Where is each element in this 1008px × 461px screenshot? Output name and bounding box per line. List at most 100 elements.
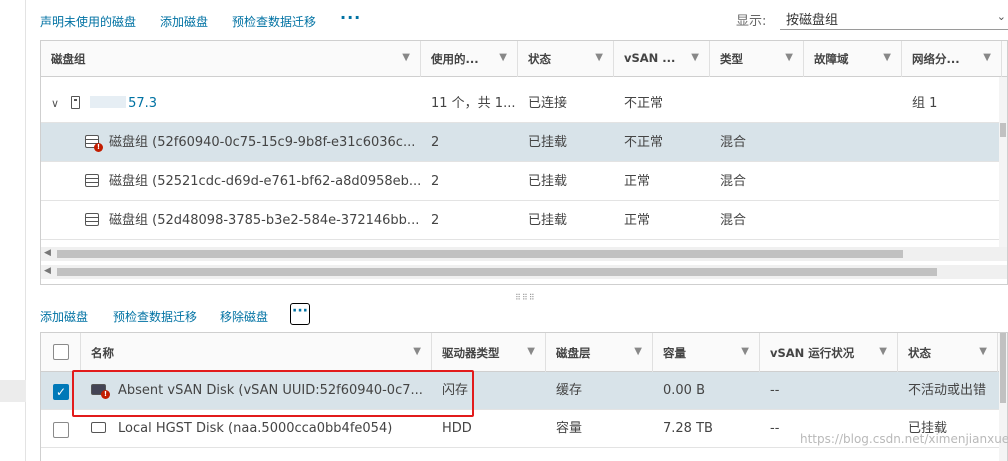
disks-toolbar: 添加磁盘 预检查数据迁移 移除磁盘 ··· bbox=[40, 300, 1008, 330]
filter-icon[interactable]: ▼ bbox=[785, 52, 793, 63]
filter-icon[interactable]: ▼ bbox=[691, 52, 699, 63]
col-header-network-partition[interactable]: 网络分... ▼ bbox=[902, 41, 1002, 77]
filter-icon[interactable]: ▼ bbox=[883, 52, 891, 63]
scrollbar-thumb[interactable] bbox=[1000, 333, 1006, 403]
highlight-annotation-box bbox=[72, 370, 474, 417]
disk-group-row[interactable]: ! 磁盘组 (52f60940-0c75-15c9-9b8f-e31c6036c.… bbox=[41, 123, 1007, 162]
col-header-disks-used[interactable]: 使用的... ▼ bbox=[421, 41, 518, 77]
disk-group-row[interactable]: 磁盘组 (52521cdc-d69d-e761-bf62-a8d0958eb..… bbox=[41, 162, 1007, 201]
add-disks-button[interactable]: 添加磁盘 bbox=[160, 13, 208, 30]
filter-icon[interactable]: ▼ bbox=[634, 346, 642, 357]
filter-icon[interactable]: ▼ bbox=[979, 346, 987, 357]
disk-group-vsan-health: 不正常 bbox=[624, 135, 664, 150]
disk-group-icon bbox=[85, 174, 99, 187]
vertical-scrollbar[interactable] bbox=[999, 77, 1007, 247]
filter-icon[interactable]: ▼ bbox=[741, 346, 749, 357]
col-header-state[interactable]: 状态 ▼ bbox=[898, 333, 998, 372]
disk-group-type: 混合 bbox=[720, 174, 747, 189]
col-header-state[interactable]: 状态 ▼ bbox=[518, 41, 614, 77]
more-actions-button[interactable]: ··· bbox=[290, 303, 310, 325]
filter-icon[interactable]: ▼ bbox=[879, 346, 887, 357]
disk-capacity: 0.00 B bbox=[663, 383, 705, 398]
col-header-fault-domain[interactable]: 故障域 ▼ bbox=[804, 41, 902, 77]
disk-group-state: 已挂载 bbox=[528, 135, 568, 150]
disk-group-name: 磁盘组 (52f60940-0c75-15c9-9b8f-e31c6036c..… bbox=[109, 135, 416, 150]
left-navigation-pane bbox=[0, 0, 26, 461]
display-select[interactable]: 按磁盘组 ⌄ bbox=[780, 6, 1008, 30]
host-fault-domain bbox=[804, 84, 902, 123]
disk-group-error-icon: ! bbox=[85, 135, 103, 152]
scrollbar-thumb[interactable] bbox=[57, 268, 937, 276]
col-header-name[interactable]: 名称 ▼ bbox=[81, 333, 432, 372]
more-actions-button[interactable]: ··· bbox=[340, 8, 361, 27]
disk-group-name: 磁盘组 (52521cdc-d69d-e761-bf62-a8d0958eb..… bbox=[109, 174, 421, 189]
col-header-disk-tier[interactable]: 磁盘层 ▼ bbox=[546, 333, 653, 372]
disk-group-vsan-health: 正常 bbox=[624, 213, 651, 228]
col-header-drive-type[interactable]: 驱动器类型 ▼ bbox=[432, 333, 546, 372]
col-header-vsan-health[interactable]: vSAN 运行状况 ▼ bbox=[760, 333, 898, 372]
host-disks-used: 11 个，共 1... bbox=[431, 96, 516, 111]
display-select-value: 按磁盘组 bbox=[786, 13, 839, 28]
nav-selected-item[interactable] bbox=[0, 380, 26, 402]
scroll-left-icon[interactable]: ◀ bbox=[44, 266, 51, 276]
scroll-left-icon[interactable]: ◀ bbox=[44, 248, 51, 258]
row-checkbox[interactable] bbox=[53, 422, 69, 438]
redacted-host-name bbox=[90, 96, 127, 108]
disk-name: Local HGST Disk (naa.5000cca0bb4fe054) bbox=[118, 421, 393, 436]
disk-vsan-health: -- bbox=[770, 383, 780, 398]
disk-group-type: 混合 bbox=[720, 135, 747, 150]
host-icon bbox=[71, 96, 81, 109]
disk-group-disks-used: 2 bbox=[431, 135, 440, 150]
disk-groups-grid: 磁盘组 ▼ 使用的... ▼ 状态 ▼ vSAN ... ▼ 类型 ▼ 故障域 ▼ 网络分.… bbox=[40, 40, 1008, 285]
claim-unused-disks-button[interactable]: 声明未使用的磁盘 bbox=[40, 13, 136, 30]
disk-group-row[interactable]: 磁盘组 (52d48098-3785-b3e2-584e-372146bb...… bbox=[41, 201, 1007, 240]
disk-tier: 缓存 bbox=[556, 383, 583, 398]
host-row[interactable]: ∨ 57.3 11 个，共 1... 已连接 不正常 组 1 bbox=[41, 84, 1007, 123]
host-network-partition: 组 1 bbox=[912, 96, 938, 111]
host-state: 已连接 bbox=[528, 96, 568, 111]
precheck-data-migration-button[interactable]: 预检查数据迁移 bbox=[113, 308, 197, 325]
disk-group-name: 磁盘组 (52d48098-3785-b3e2-584e-372146bb... bbox=[109, 213, 420, 228]
precheck-data-migration-button[interactable]: 预检查数据迁移 bbox=[232, 13, 316, 30]
scrollbar-thumb[interactable] bbox=[1000, 123, 1006, 137]
disk-groups-toolbar: 声明未使用的磁盘 添加磁盘 预检查数据迁移 ··· 显示: 按磁盘组 ⌄ bbox=[40, 0, 1008, 40]
disk-groups-header: 磁盘组 ▼ 使用的... ▼ 状态 ▼ vSAN ... ▼ 类型 ▼ 故障域 ▼ 网络分.… bbox=[41, 41, 1007, 77]
disk-capacity: 7.28 TB bbox=[663, 421, 713, 436]
disk-group-vsan-health: 正常 bbox=[624, 174, 651, 189]
col-header-type[interactable]: 类型 ▼ bbox=[710, 41, 804, 77]
col-header-capacity[interactable]: 容量 ▼ bbox=[653, 333, 760, 372]
filter-icon[interactable]: ▼ bbox=[499, 52, 507, 63]
disk-icon bbox=[91, 422, 106, 433]
chevron-down-icon: ⌄ bbox=[996, 10, 1006, 23]
filter-icon[interactable]: ▼ bbox=[402, 52, 410, 63]
disk-group-state: 已挂载 bbox=[528, 174, 568, 189]
disks-header: 名称 ▼ 驱动器类型 ▼ 磁盘层 ▼ 容量 ▼ vSAN 运行状况 ▼ 状态 ▼ bbox=[41, 333, 1007, 372]
col-header-vsan-health[interactable]: vSAN ... ▼ bbox=[614, 41, 710, 77]
filter-icon[interactable]: ▼ bbox=[983, 52, 991, 63]
remove-disks-button[interactable]: 移除磁盘 bbox=[220, 308, 268, 325]
host-name-link[interactable]: 57.3 bbox=[128, 96, 157, 111]
filter-icon[interactable]: ▼ bbox=[595, 52, 603, 63]
select-all-checkbox[interactable] bbox=[53, 344, 69, 360]
inner-horizontal-scrollbar[interactable]: ◀ bbox=[41, 247, 1007, 261]
row-checkbox[interactable]: ✓ bbox=[53, 384, 69, 400]
disk-tier: 容量 bbox=[556, 421, 583, 436]
filter-icon[interactable]: ▼ bbox=[527, 346, 535, 357]
select-all-cell bbox=[41, 333, 81, 372]
disk-group-icon bbox=[85, 213, 99, 226]
disk-group-type: 混合 bbox=[720, 213, 747, 228]
disk-group-disks-used: 2 bbox=[431, 213, 440, 228]
disk-group-disks-used: 2 bbox=[431, 174, 440, 189]
col-header-disk-group[interactable]: 磁盘组 ▼ bbox=[41, 41, 421, 77]
host-type bbox=[710, 84, 804, 123]
horizontal-scrollbar[interactable]: ◀ bbox=[41, 265, 1007, 279]
scrollbar-thumb[interactable] bbox=[57, 250, 903, 258]
watermark: https://blog.csdn.net/ximenjianxue bbox=[800, 432, 1008, 446]
chevron-down-icon[interactable]: ∨ bbox=[51, 84, 59, 123]
filter-icon[interactable]: ▼ bbox=[413, 346, 421, 357]
disk-state: 不活动或出错 bbox=[908, 383, 987, 398]
host-vsan-health: 不正常 bbox=[624, 96, 664, 111]
add-disks-button[interactable]: 添加磁盘 bbox=[40, 308, 88, 325]
gutter bbox=[26, 0, 40, 461]
disk-group-state: 已挂载 bbox=[528, 213, 568, 228]
